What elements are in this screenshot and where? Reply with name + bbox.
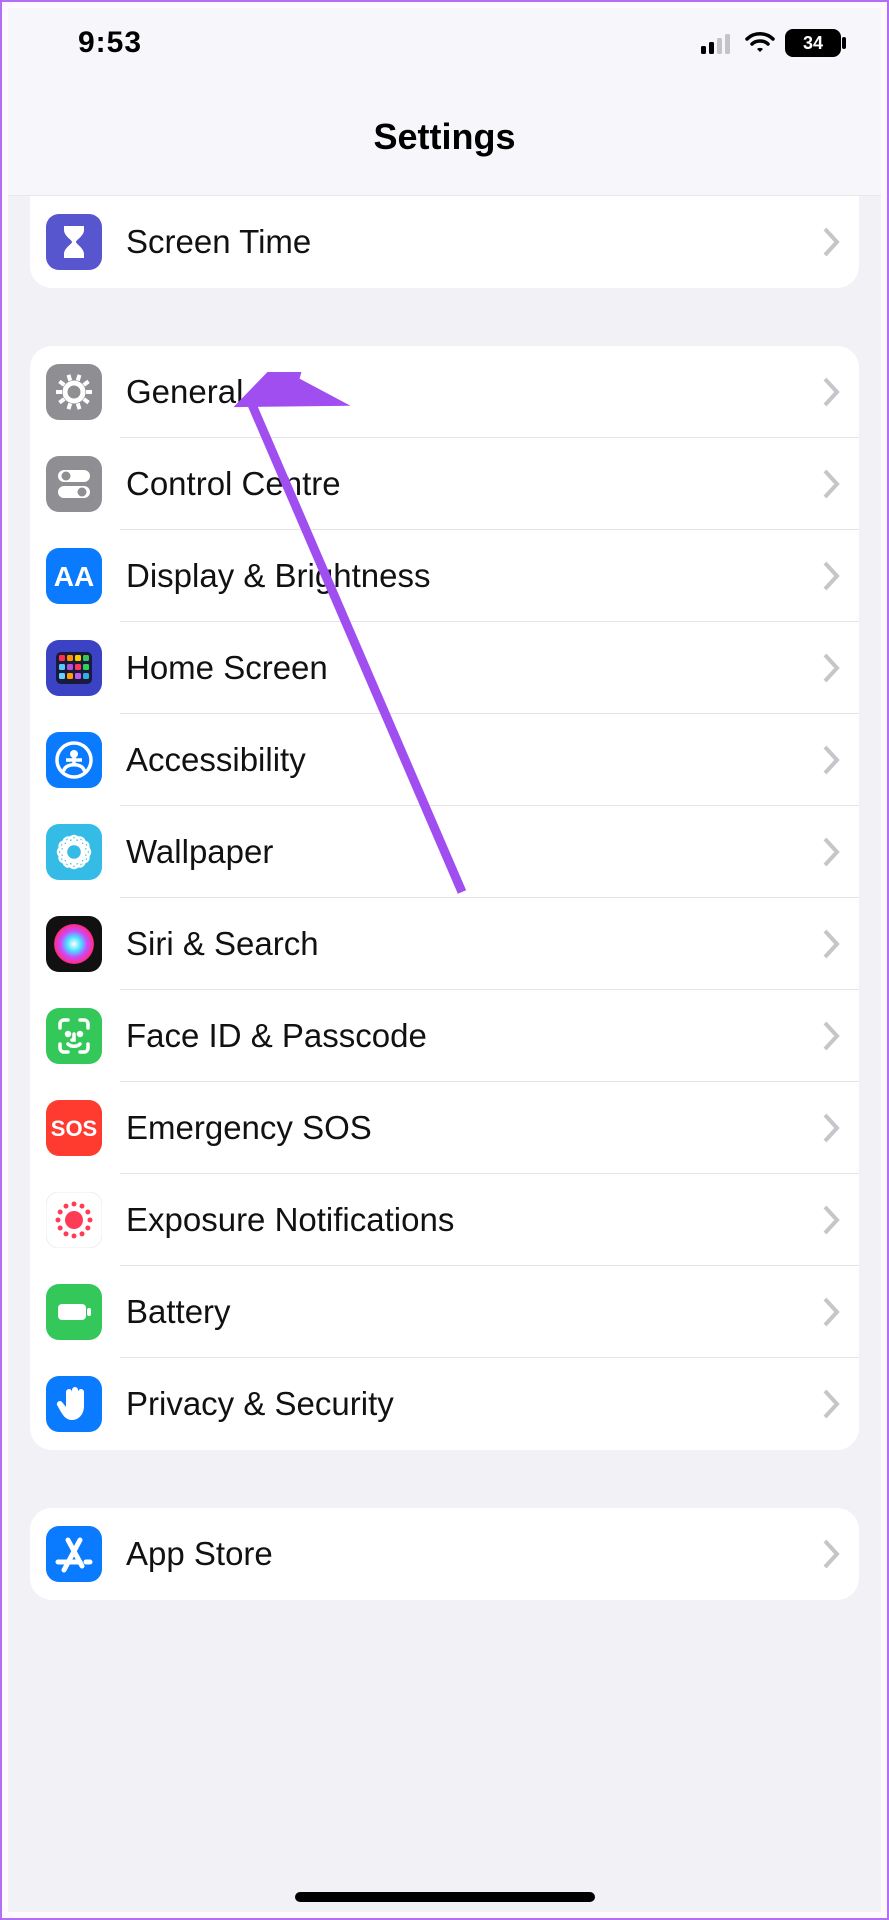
chevron-right-icon <box>821 743 841 777</box>
status-bar: 9:53 34 <box>8 8 881 78</box>
battery-indicator: 34 <box>785 29 841 57</box>
settings-row-label: Battery <box>126 1293 821 1331</box>
wallpaper-icon <box>46 824 102 880</box>
settings-row-privacy-security[interactable]: Privacy & Security <box>30 1358 859 1450</box>
settings-row-label: Home Screen <box>126 649 821 687</box>
wifi-icon <box>745 32 775 54</box>
control-centre-icon <box>46 456 102 512</box>
settings-row-accessibility[interactable]: Accessibility <box>30 714 859 806</box>
settings-row-display-brightness[interactable]: AA Display & Brightness <box>30 530 859 622</box>
svg-text:AA: AA <box>54 561 94 592</box>
chevron-right-icon <box>821 1387 841 1421</box>
faceid-passcode-icon <box>46 1008 102 1064</box>
settings-row-app-store[interactable]: App Store <box>30 1508 859 1600</box>
chevron-right-icon <box>821 1295 841 1329</box>
settings-row-wallpaper[interactable]: Wallpaper <box>30 806 859 898</box>
chevron-right-icon <box>821 1537 841 1571</box>
status-bar-time: 9:53 <box>78 26 142 60</box>
general-icon <box>46 364 102 420</box>
chevron-right-icon <box>821 1203 841 1237</box>
settings-row-label: Emergency SOS <box>126 1109 821 1147</box>
settings-row-emergency-sos[interactable]: SOS Emergency SOS <box>30 1082 859 1174</box>
page-title-text: Settings <box>373 116 515 158</box>
cellular-signal-icon <box>701 32 735 54</box>
accessibility-icon <box>46 732 102 788</box>
siri-search-icon <box>46 916 102 972</box>
settings-row-label: Control Centre <box>126 465 821 503</box>
settings-row-label: Face ID & Passcode <box>126 1017 821 1055</box>
settings-row-exposure-notifications[interactable]: Exposure Notifications <box>30 1174 859 1266</box>
settings-row-general[interactable]: General <box>30 346 859 438</box>
settings-row-siri-search[interactable]: Siri & Search <box>30 898 859 990</box>
chevron-right-icon <box>821 927 841 961</box>
settings-row-label: Wallpaper <box>126 833 821 871</box>
settings-row-label: Accessibility <box>126 741 821 779</box>
chevron-right-icon <box>821 651 841 685</box>
settings-group: App Store <box>30 1508 859 1600</box>
settings-row-control-centre[interactable]: Control Centre <box>30 438 859 530</box>
page-title: Settings <box>8 78 881 196</box>
status-bar-indicators: 34 <box>701 29 841 57</box>
home-screen-icon <box>46 640 102 696</box>
settings-group: Screen Time <box>30 196 859 288</box>
settings-row-label: Display & Brightness <box>126 557 821 595</box>
settings-row-label: Screen Time <box>126 223 821 261</box>
chevron-right-icon <box>821 225 841 259</box>
settings-row-label: Siri & Search <box>126 925 821 963</box>
settings-group: General Control Centre AA Display & Brig… <box>30 346 859 1450</box>
settings-row-label: General <box>126 373 821 411</box>
chevron-right-icon <box>821 1019 841 1053</box>
screen-time-icon <box>46 214 102 270</box>
svg-text:SOS: SOS <box>51 1116 97 1141</box>
privacy-security-icon <box>46 1376 102 1432</box>
home-indicator[interactable] <box>295 1892 595 1902</box>
emergency-sos-icon: SOS <box>46 1100 102 1156</box>
chevron-right-icon <box>821 835 841 869</box>
phone-frame: 9:53 34 Settings <box>8 8 881 1912</box>
chevron-right-icon <box>821 559 841 593</box>
battery-percent: 34 <box>803 33 823 54</box>
chevron-right-icon <box>821 1111 841 1145</box>
settings-row-battery[interactable]: Battery <box>30 1266 859 1358</box>
battery-icon <box>46 1284 102 1340</box>
exposure-notifications-icon <box>46 1192 102 1248</box>
settings-list[interactable]: Screen Time General Control Centre AA Di… <box>8 196 881 1912</box>
settings-row-screen-time[interactable]: Screen Time <box>30 196 859 288</box>
chevron-right-icon <box>821 375 841 409</box>
app-store-icon <box>46 1526 102 1582</box>
display-brightness-icon: AA <box>46 548 102 604</box>
settings-row-label: Privacy & Security <box>126 1385 821 1423</box>
settings-row-label: Exposure Notifications <box>126 1201 821 1239</box>
settings-row-label: App Store <box>126 1535 821 1573</box>
chevron-right-icon <box>821 467 841 501</box>
settings-row-home-screen[interactable]: Home Screen <box>30 622 859 714</box>
settings-row-faceid-passcode[interactable]: Face ID & Passcode <box>30 990 859 1082</box>
